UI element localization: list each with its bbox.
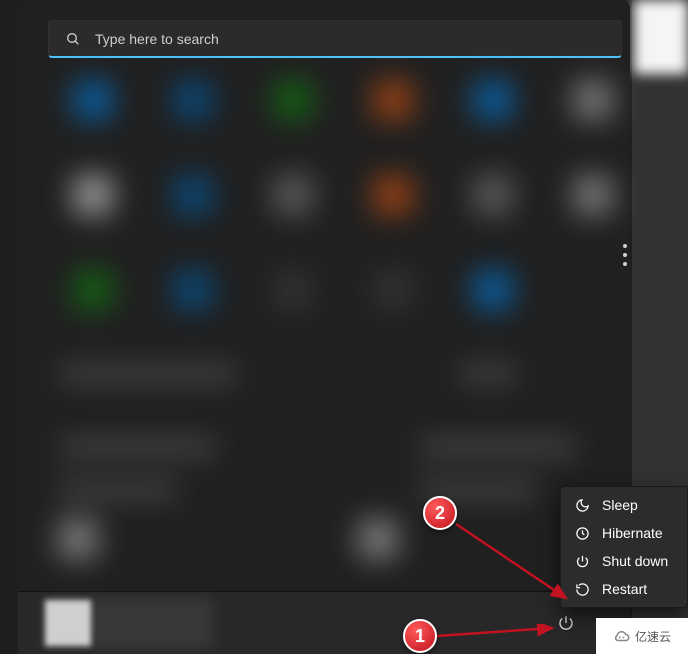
search-placeholder: Type here to search xyxy=(95,31,219,47)
power-icon xyxy=(557,614,575,632)
watermark-text: 亿速云 xyxy=(635,628,671,645)
power-menu-restart[interactable]: Restart xyxy=(561,575,687,603)
right-side-panel-top xyxy=(634,0,688,74)
power-menu: Sleep Hibernate Shut down Restart xyxy=(560,486,688,608)
start-menu: Type here to search xyxy=(18,0,630,590)
user-avatar-blurred[interactable] xyxy=(45,600,91,646)
power-menu-item-label: Shut down xyxy=(602,553,668,569)
restart-icon xyxy=(575,582,590,597)
pinned-apps-blurred xyxy=(48,80,638,560)
sleep-icon xyxy=(575,498,590,513)
power-menu-item-label: Hibernate xyxy=(602,525,663,541)
power-menu-hibernate[interactable]: Hibernate xyxy=(561,519,687,547)
annotation-badge-1: 1 xyxy=(403,619,437,653)
search-icon xyxy=(65,31,81,47)
power-menu-item-label: Sleep xyxy=(602,497,638,513)
watermark: 亿速云 xyxy=(596,618,688,654)
more-dots-icon[interactable] xyxy=(616,244,634,266)
annotation-badge-2: 2 xyxy=(423,496,457,530)
search-input[interactable]: Type here to search xyxy=(48,20,622,58)
annotation-badge-1-number: 1 xyxy=(415,626,425,647)
annotation-badge-2-number: 2 xyxy=(435,503,445,524)
power-menu-sleep[interactable]: Sleep xyxy=(561,491,687,519)
power-button[interactable] xyxy=(557,614,575,632)
shutdown-icon xyxy=(575,554,590,569)
hibernate-icon xyxy=(575,526,590,541)
power-menu-shutdown[interactable]: Shut down xyxy=(561,547,687,575)
watermark-cloud-icon xyxy=(613,627,631,645)
power-menu-item-label: Restart xyxy=(602,581,647,597)
